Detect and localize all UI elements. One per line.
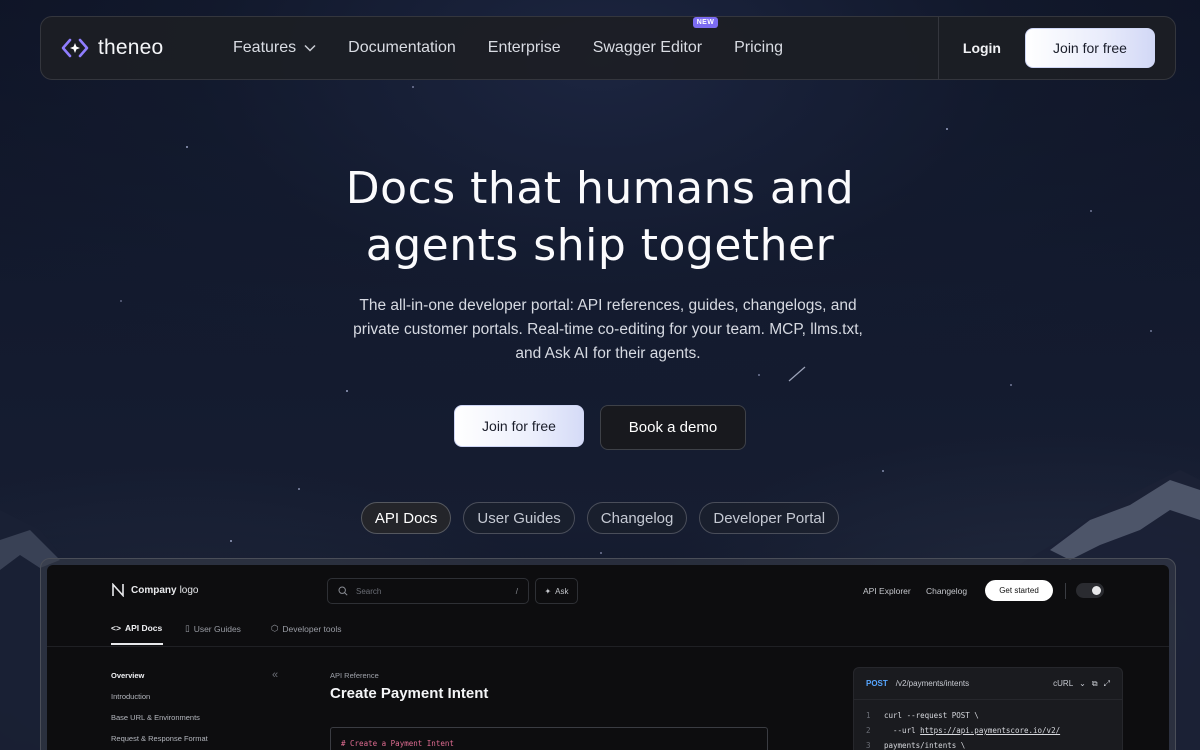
preview-code-panel: POST /v2/payments/intents cURL ⌄ ⧉ ⤢ 1 cu… <box>853 667 1123 750</box>
language-label: cURL <box>1053 679 1074 688</box>
star <box>946 128 948 130</box>
sparkle-icon: ✦ <box>544 586 552 596</box>
preview-get-started-button[interactable]: Get started <box>985 580 1053 601</box>
nav-features-label: Features <box>233 39 297 56</box>
sidebar-item-overview[interactable]: Overview <box>111 671 208 692</box>
theme-toggle[interactable] <box>1076 583 1104 598</box>
preview-code-block: # Create a Payment Intent <box>330 727 768 750</box>
nav-join-button[interactable]: Join for free <box>1025 28 1155 68</box>
new-badge: NEW <box>692 17 719 28</box>
expand-icon[interactable]: ⤢ <box>1104 679 1110 689</box>
brand-name: theneo <box>98 36 164 59</box>
main-menu: Features Documentation Enterprise Swagge… <box>233 17 815 57</box>
sidebar-item-request-response[interactable]: Request & Response Format <box>111 734 208 750</box>
line-number: 2 <box>866 726 871 735</box>
preview-tab-developer-tools-label: Developer tools <box>282 623 342 634</box>
preview-link-api-explorer[interactable]: API Explorer <box>863 586 911 596</box>
preview-logo-rest: logo <box>179 584 199 596</box>
preview-header <box>47 565 1169 647</box>
collapse-sidebar-icon[interactable]: « <box>272 669 278 681</box>
search-shortcut: / <box>515 586 518 596</box>
code-url: https://api.paymentscore.io/v2/ <box>920 726 1061 735</box>
login-button[interactable]: Login <box>963 40 1001 56</box>
sidebar-item-base-url[interactable]: Base URL & Environments <box>111 713 208 734</box>
preview-search-input[interactable]: Search / <box>327 578 529 604</box>
nav-swagger-editor-label: Swagger Editor <box>592 39 703 56</box>
preview-tab-api-docs[interactable]: <> API Docs <box>111 623 162 633</box>
hero-title: Docs that humans and agents ship togethe… <box>0 160 1200 274</box>
copy-icon[interactable]: ⧉ <box>1092 679 1098 689</box>
star <box>186 146 188 148</box>
brand-logo[interactable]: theneo <box>61 36 233 60</box>
preview-tab-developer-tools[interactable]: ⬡ Developer tools <box>271 623 341 634</box>
preview-company-logo[interactable]: Company logo <box>111 583 198 597</box>
top-navbar: theneo Features Documentation Enterprise… <box>40 16 1176 80</box>
preview-sidebar: Overview Introduction Base URL & Environ… <box>111 671 208 750</box>
cube-icon: ⬡ <box>271 623 279 633</box>
preview-tab-user-guides-label: User Guides <box>193 623 241 634</box>
code-text: --url <box>884 726 921 735</box>
star <box>1010 384 1012 386</box>
hero-subtitle: The all-in-one developer portal: API ref… <box>353 297 863 362</box>
code-text: payments/intents \ <box>884 741 966 750</box>
product-preview-frame: Company logo Search / ✦ Ask API Explorer… <box>40 558 1176 750</box>
line-number: 3 <box>866 741 871 750</box>
preview-breadcrumb: API Reference <box>330 671 379 680</box>
preview-tab-api-docs-label: API Docs <box>124 623 163 633</box>
preview-header-divider <box>1065 583 1066 599</box>
hero-join-button[interactable]: Join for free <box>454 405 584 447</box>
tab-api-docs[interactable]: API Docs <box>360 502 452 534</box>
star <box>600 552 602 554</box>
active-tab-underline <box>111 643 163 645</box>
theneo-logo-icon <box>61 38 89 58</box>
code-line: 1 curl --request POST \ <box>866 708 1110 723</box>
star <box>1150 330 1152 332</box>
preview-tab-user-guides[interactable]: ▯ User Guides <box>185 623 241 634</box>
code-line: 2 --url https://api.paymentscore.io/v2/ <box>866 723 1110 738</box>
line-number: 1 <box>866 711 871 720</box>
hero-cta-row: Join for free Book a demo <box>0 405 1200 450</box>
star <box>120 300 122 302</box>
code-comment: # Create a Payment Intent <box>341 739 454 748</box>
product-tabs: API Docs User Guides Changelog Developer… <box>0 502 1200 534</box>
nav-documentation[interactable]: Documentation <box>348 39 456 57</box>
book-demo-button[interactable]: Book a demo <box>600 405 746 450</box>
nav-actions: Login Join for free <box>937 17 1175 79</box>
sidebar-item-introduction[interactable]: Introduction <box>111 692 208 713</box>
star <box>758 374 760 376</box>
preview-page-title: Create Payment Intent <box>330 685 489 702</box>
book-icon: ▯ <box>185 623 190 633</box>
search-icon <box>338 586 348 596</box>
nav-pricing[interactable]: Pricing <box>734 39 783 57</box>
nav-swagger-editor[interactable]: Swagger Editor NEW <box>592 17 719 57</box>
hero-title-line1: Docs that humans and <box>345 163 855 214</box>
star <box>346 390 348 392</box>
preview-link-changelog[interactable]: Changelog <box>926 586 967 596</box>
preview-ask-button[interactable]: ✦ Ask <box>535 578 578 604</box>
code-icon: <> <box>111 623 121 633</box>
company-logo-icon <box>112 583 124 597</box>
tab-developer-portal[interactable]: Developer Portal <box>699 502 840 534</box>
preview-logo-bold: Company <box>131 584 177 596</box>
http-method: POST <box>866 679 888 688</box>
nav-enterprise[interactable]: Enterprise <box>488 39 561 57</box>
endpoint-path: /v2/payments/intents <box>895 679 970 688</box>
preview-search-placeholder: Search <box>356 586 382 596</box>
code-panel-header: POST /v2/payments/intents cURL ⌄ ⧉ ⤢ <box>854 668 1122 700</box>
code-panel-body: 1 curl --request POST \ 2 --url https://a… <box>854 700 1122 750</box>
product-preview: Company logo Search / ✦ Ask API Explorer… <box>47 565 1169 750</box>
code-text: curl --request POST \ <box>884 711 979 720</box>
hero-title-line2: agents ship together <box>365 220 835 271</box>
language-select[interactable]: cURL ⌄ ⧉ ⤢ <box>1053 679 1110 689</box>
chevron-down-icon: ⌄ <box>1079 679 1086 688</box>
code-line: 3 payments/intents \ <box>866 738 1110 750</box>
star <box>412 86 414 88</box>
chevron-down-icon <box>304 44 316 52</box>
shooting-star <box>788 366 806 382</box>
nav-features[interactable]: Features <box>233 39 316 57</box>
tab-user-guides[interactable]: User Guides <box>463 502 575 534</box>
tab-changelog[interactable]: Changelog <box>586 502 688 534</box>
preview-ask-label: Ask <box>555 586 569 596</box>
